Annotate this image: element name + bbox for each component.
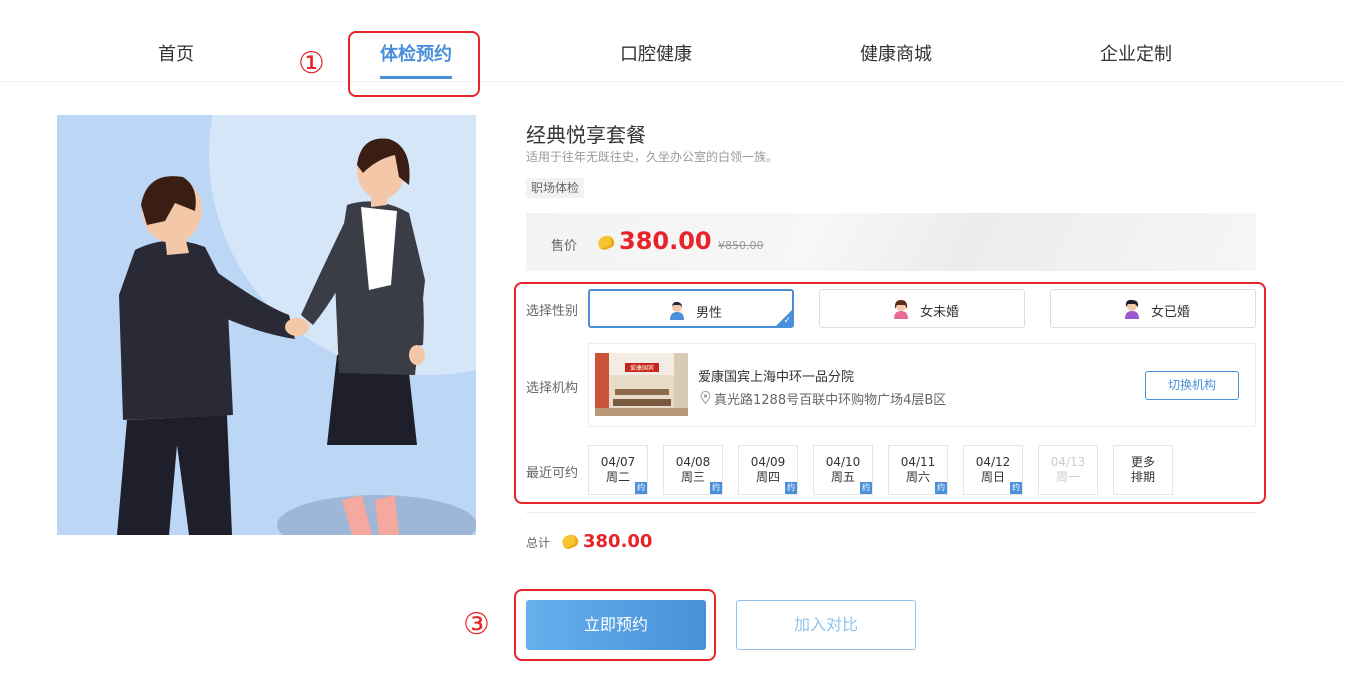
date-text: 04/09 bbox=[750, 455, 786, 469]
available-badge: 约 bbox=[710, 482, 722, 494]
check-icon: ✓ bbox=[783, 316, 791, 326]
date-option[interactable]: 04/12 周日 约 bbox=[963, 445, 1023, 495]
total-label: 总计 bbox=[526, 536, 551, 550]
institution-photo: 爱康国宾 bbox=[595, 353, 688, 416]
location-pin-icon bbox=[700, 391, 711, 404]
institution-name: 爱康国宾上海中环一品分院 bbox=[698, 370, 855, 385]
divider bbox=[526, 512, 1256, 513]
date-text: 04/10 bbox=[825, 455, 861, 469]
book-now-button[interactable]: 立即预约 bbox=[526, 600, 706, 650]
date-text: 04/13 bbox=[1050, 455, 1086, 469]
package-subtitle: 适用于往年无既往史，久坐办公室的白领一族。 bbox=[526, 150, 779, 164]
nav-item-health-mall[interactable]: 健康商城 bbox=[860, 40, 932, 66]
female-avatar-icon bbox=[894, 300, 908, 319]
date-option[interactable]: 04/11 周六 约 bbox=[888, 445, 948, 495]
gender-option-label: 女未婚 bbox=[920, 305, 960, 320]
available-badge: 约 bbox=[1010, 482, 1022, 494]
available-badge: 约 bbox=[860, 482, 872, 494]
svg-text:爱康国宾: 爱康国宾 bbox=[630, 364, 654, 372]
nav-item-home[interactable]: 首页 bbox=[158, 40, 194, 66]
date-option[interactable]: 04/09 周四 约 bbox=[738, 445, 798, 495]
gender-option-male[interactable]: 男性 ✓ bbox=[588, 289, 794, 328]
institution-address: 真光路1288号百联中环购物广场4层B区 bbox=[714, 393, 947, 408]
available-badge: 约 bbox=[635, 482, 647, 494]
female-married-avatar-icon bbox=[1125, 299, 1139, 319]
male-avatar-icon bbox=[670, 301, 684, 320]
available-badge: 约 bbox=[785, 482, 797, 494]
date-text: 04/12 bbox=[975, 455, 1011, 469]
date-option[interactable]: 04/07 周二 约 bbox=[588, 445, 648, 495]
price-original: ¥850.00 bbox=[718, 239, 764, 252]
available-badge: 约 bbox=[935, 482, 947, 494]
date-text: 04/08 bbox=[675, 455, 711, 469]
annotation-number-1: ① bbox=[298, 46, 325, 81]
price-label: 售价 bbox=[551, 239, 578, 254]
date-option-unavailable: 04/13 周一 bbox=[1038, 445, 1098, 495]
date-text: 04/07 bbox=[600, 455, 636, 469]
annotation-box-1 bbox=[348, 31, 480, 97]
add-to-compare-button[interactable]: 加入对比 bbox=[736, 600, 916, 650]
total-value: 380.00 bbox=[583, 531, 653, 552]
dates-label: 最近可约 bbox=[526, 466, 579, 481]
coin-icon bbox=[560, 532, 580, 551]
price-value: 380.00 bbox=[619, 227, 712, 255]
schedule-text: 排期 bbox=[1130, 470, 1155, 484]
weekday-text: 周一 bbox=[1055, 470, 1080, 484]
gender-label: 选择性别 bbox=[526, 304, 579, 319]
handshake-illustration-icon bbox=[117, 115, 476, 535]
date-option[interactable]: 04/10 周五 约 bbox=[813, 445, 873, 495]
annotation-number-3: ③ bbox=[463, 607, 490, 642]
gender-option-female-single[interactable]: 女未婚 bbox=[819, 289, 1025, 328]
gender-option-label: 男性 bbox=[696, 306, 723, 321]
gender-option-female-married[interactable]: 女已婚 bbox=[1050, 289, 1256, 328]
more-dates-button[interactable]: 更多 排期 bbox=[1113, 445, 1173, 495]
date-text: 04/11 bbox=[900, 455, 936, 469]
gender-option-label: 女已婚 bbox=[1151, 305, 1191, 320]
package-title: 经典悦享套餐 bbox=[526, 123, 646, 147]
switch-institution-button[interactable]: 切换机构 bbox=[1145, 371, 1239, 400]
package-illustration bbox=[57, 115, 476, 535]
date-option[interactable]: 04/08 周三 约 bbox=[663, 445, 723, 495]
top-nav: 首页 体检预约 口腔健康 健康商城 企业定制 bbox=[0, 0, 1346, 82]
more-text: 更多 bbox=[1130, 455, 1155, 469]
nav-item-oral-health[interactable]: 口腔健康 bbox=[620, 40, 692, 66]
institution-label: 选择机构 bbox=[526, 381, 579, 396]
package-tag: 职场体检 bbox=[526, 178, 585, 198]
nav-item-enterprise[interactable]: 企业定制 bbox=[1100, 40, 1172, 66]
